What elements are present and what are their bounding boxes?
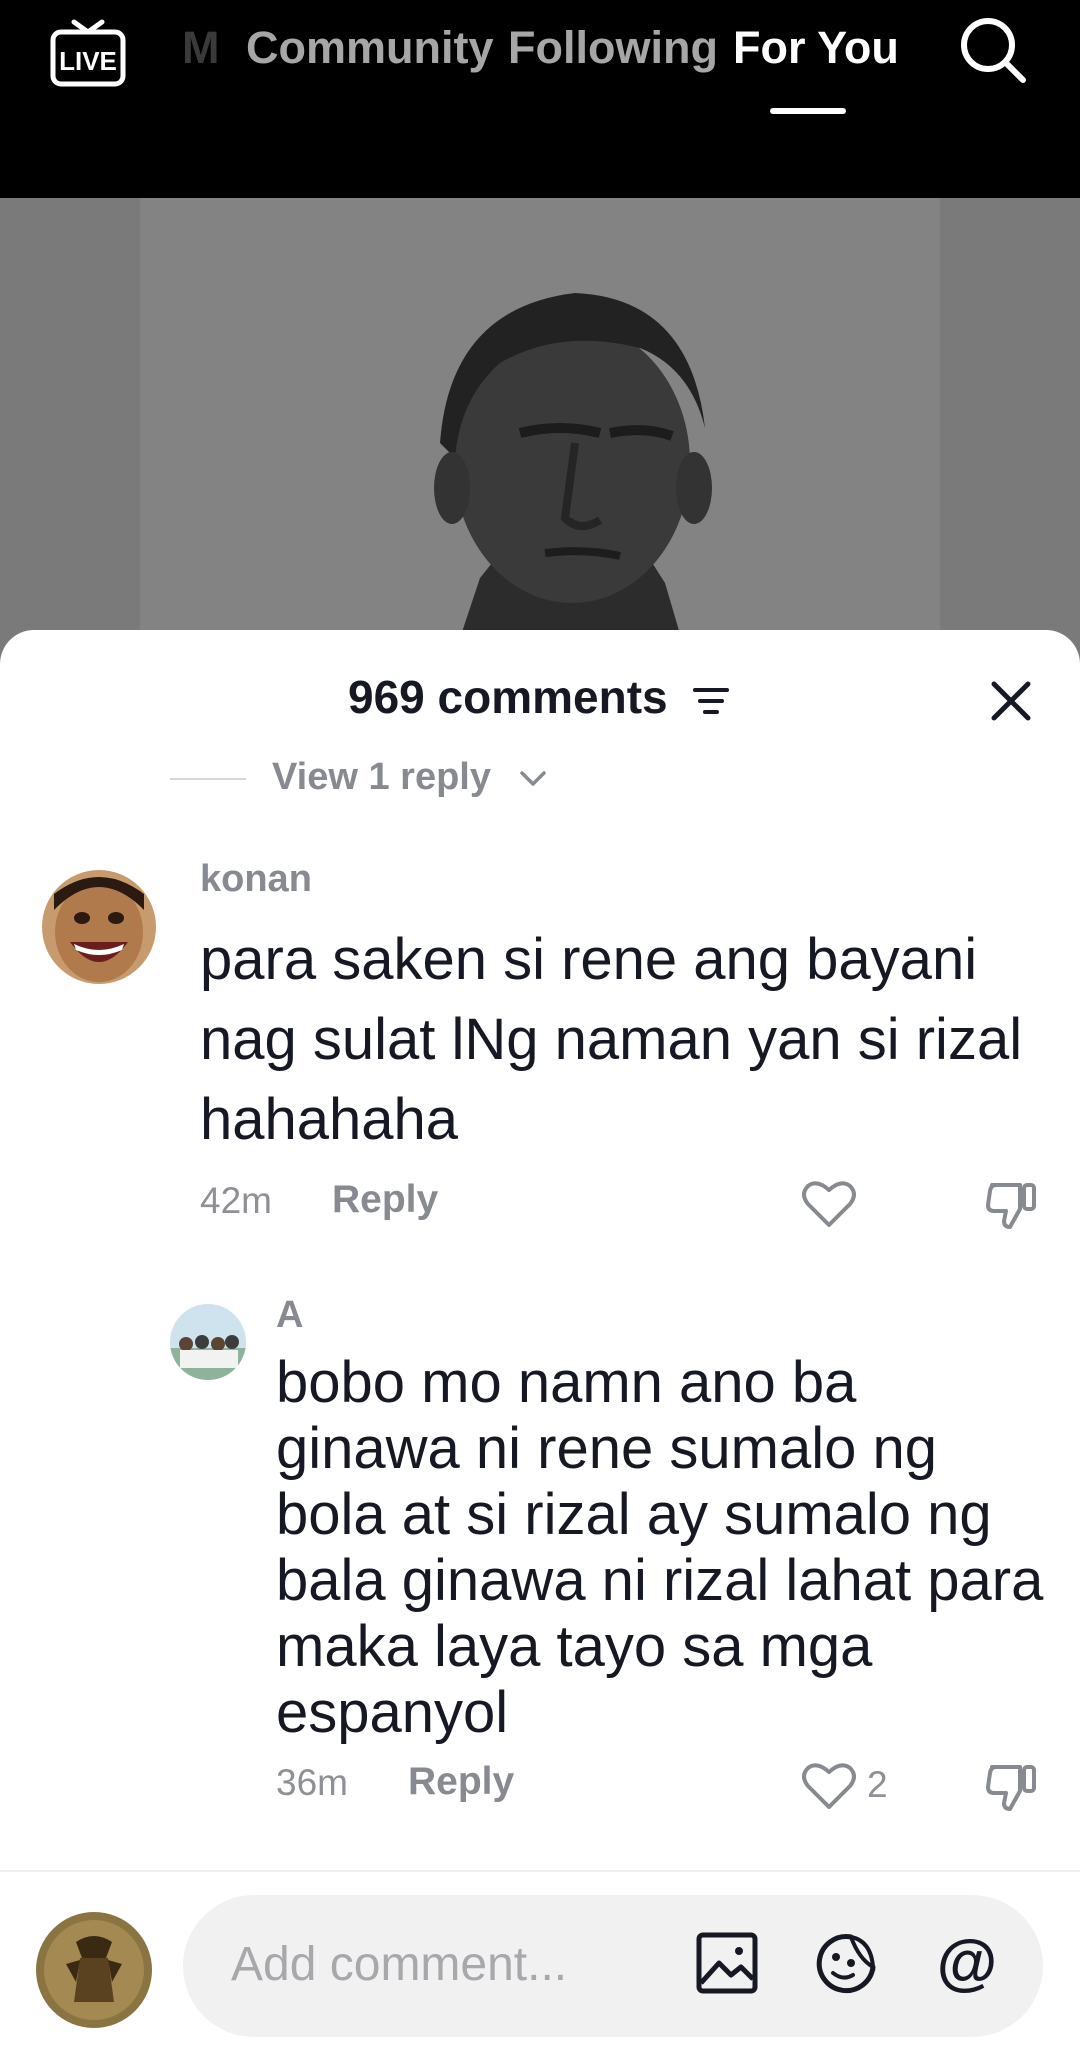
reply-button[interactable]: Reply xyxy=(332,1178,438,1222)
heart-icon[interactable] xyxy=(800,1757,858,1815)
chevron-down-icon[interactable] xyxy=(518,768,548,790)
mention-icon[interactable]: @ xyxy=(931,1927,1003,1999)
avatar[interactable] xyxy=(42,870,156,984)
close-icon[interactable] xyxy=(986,676,1036,726)
live-tv-icon[interactable]: LIVE xyxy=(48,12,128,90)
view-replies-link[interactable]: View 1 reply xyxy=(272,756,491,799)
live-label: LIVE xyxy=(59,46,117,76)
active-tab-indicator xyxy=(770,108,846,114)
video-player[interactable]: Ai xyxy=(0,198,1080,668)
sort-filter-icon[interactable] xyxy=(693,684,729,718)
reply-button[interactable]: Reply xyxy=(408,1760,514,1804)
statue-bust-image xyxy=(0,198,1080,668)
search-icon[interactable] xyxy=(955,12,1031,88)
heart-icon[interactable] xyxy=(800,1175,858,1233)
comment-input[interactable]: Add comment... @ xyxy=(183,1895,1043,2037)
comments-sheet: 969 comments View 1 reply konan para sak… xyxy=(0,630,1080,2060)
comment-input-placeholder[interactable]: Add comment... xyxy=(231,1937,567,1992)
reply-thread-line xyxy=(170,778,246,780)
tab-following[interactable]: Following xyxy=(508,22,718,74)
tab-community[interactable]: Community xyxy=(246,22,494,74)
current-user-avatar[interactable] xyxy=(36,1912,152,2028)
image-icon[interactable] xyxy=(691,1927,763,1999)
emoji-icon[interactable] xyxy=(811,1927,883,1999)
dislike-icon[interactable] xyxy=(982,1175,1040,1233)
like-count: 2 xyxy=(867,1764,888,1805)
comment-username[interactable]: A xyxy=(276,1294,303,1337)
tab-m[interactable]: M xyxy=(182,22,220,74)
comment-timestamp: 36m xyxy=(276,1762,348,1803)
at-symbol: @ xyxy=(937,1928,997,1997)
comment-timestamp: 42m xyxy=(200,1180,272,1221)
top-navigation-bar: LIVE M Community Following For You xyxy=(0,0,1080,198)
comment-text: para saken si rene ang bayani nag sulat … xyxy=(200,927,1023,1152)
dislike-icon[interactable] xyxy=(982,1757,1040,1815)
comment-username[interactable]: konan xyxy=(200,858,312,901)
comment-text: bobo mo namn ano ba ginawa ni rene sumal… xyxy=(276,1350,1044,1745)
tab-for-you[interactable]: For You xyxy=(733,22,899,74)
comments-count-title: 969 comments xyxy=(348,671,668,723)
divider xyxy=(0,1870,1080,1872)
avatar[interactable] xyxy=(170,1304,246,1380)
